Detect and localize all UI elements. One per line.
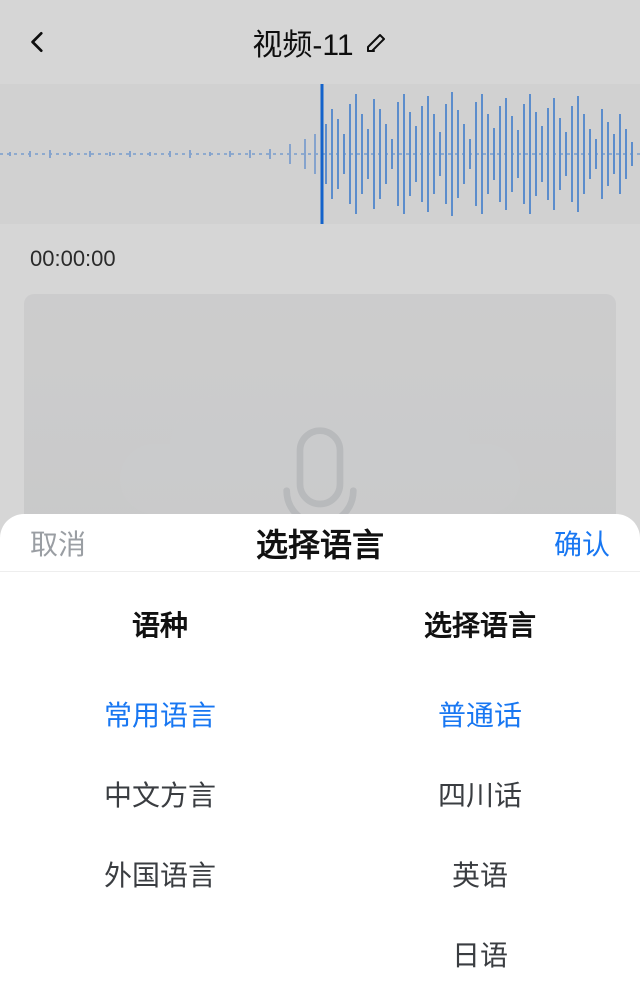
language-option[interactable]: 普通话 bbox=[438, 674, 522, 754]
confirm-button[interactable]: 确认 bbox=[554, 523, 610, 563]
category-option[interactable]: 外国语言 bbox=[104, 834, 216, 914]
column-header-category: 语种 bbox=[132, 582, 188, 674]
picker-body: 语种 常用语言 中文方言 外国语言 选择语言 普通话 四川话 英语 日语 bbox=[0, 572, 640, 994]
language-option[interactable]: 英语 bbox=[452, 834, 508, 914]
sheet-header: 取消 选择语言 确认 bbox=[0, 514, 640, 572]
category-option[interactable]: 常用语言 bbox=[104, 674, 216, 754]
category-option[interactable]: 中文方言 bbox=[104, 754, 216, 834]
picker-column-category[interactable]: 语种 常用语言 中文方言 外国语言 bbox=[0, 582, 320, 994]
language-picker-sheet: 取消 选择语言 确认 语种 常用语言 中文方言 外国语言 选择语言 普通话 四川… bbox=[0, 514, 640, 994]
sheet-title: 选择语言 bbox=[256, 520, 384, 566]
picker-column-language[interactable]: 选择语言 普通话 四川话 英语 日语 bbox=[320, 582, 640, 994]
cancel-button[interactable]: 取消 bbox=[30, 523, 86, 563]
language-option[interactable]: 四川话 bbox=[438, 754, 522, 834]
column-header-language: 选择语言 bbox=[424, 582, 536, 674]
language-option[interactable]: 日语 bbox=[452, 914, 508, 994]
